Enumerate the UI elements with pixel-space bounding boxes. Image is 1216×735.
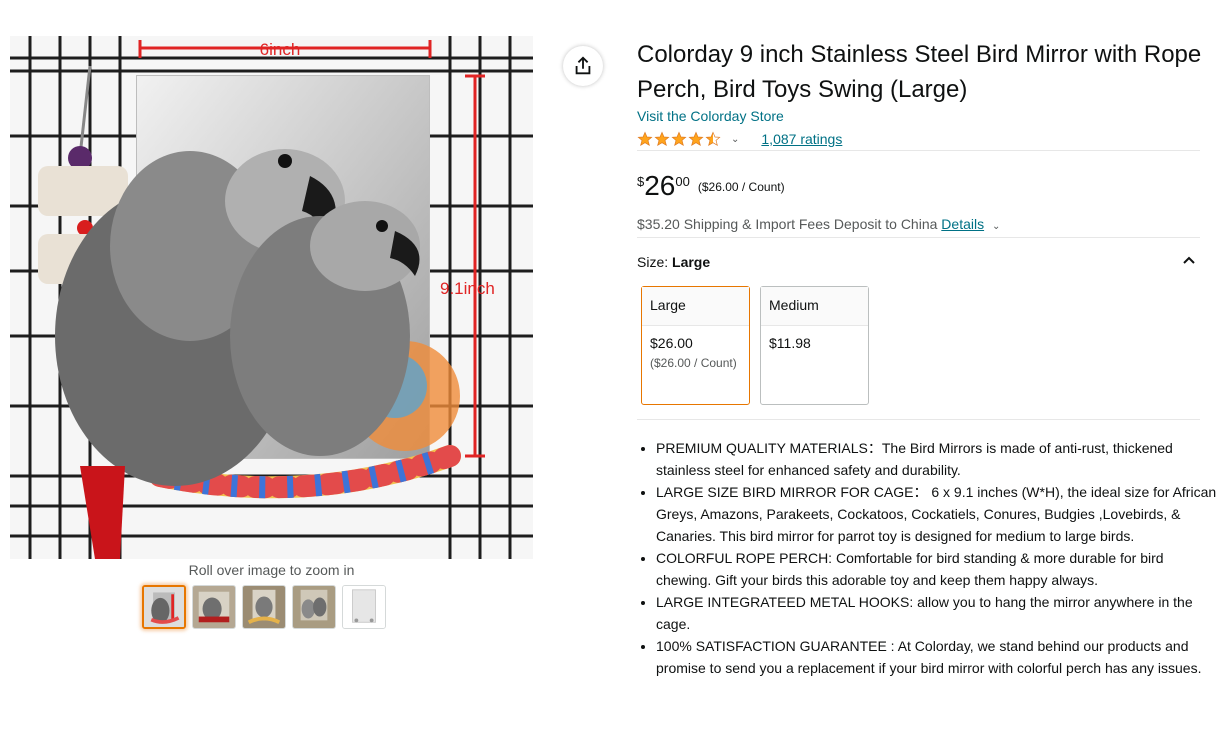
product-main-image[interactable]: 6inch 9.1inch — [10, 36, 533, 559]
size-selected-value: Large — [672, 254, 711, 270]
shipping-text: $35.20 Shipping & Import Fees Deposit to… — [637, 216, 938, 232]
rating-summary: ⌄ 1,087 ratings — [637, 129, 842, 149]
size-option-name: Medium — [761, 287, 868, 326]
star-icon — [688, 131, 704, 147]
divider — [637, 237, 1200, 238]
thumbnail-1[interactable] — [142, 585, 186, 629]
chevron-up-icon[interactable] — [1181, 252, 1197, 268]
divider — [637, 150, 1200, 151]
feature-bullets: PREMIUM QUALITY MATERIALS：The Bird Mirro… — [638, 437, 1216, 679]
star-icon — [637, 131, 653, 147]
shipping-info: $35.20 Shipping & Import Fees Deposit to… — [637, 216, 1000, 232]
feature-bullet: COLORFUL ROPE PERCH: Comfortable for bir… — [656, 547, 1216, 591]
thumbnail-3[interactable] — [242, 585, 286, 629]
size-selector-header: Size: Large — [637, 254, 710, 270]
star-rating[interactable] — [637, 131, 721, 147]
thumbnail-2[interactable] — [192, 585, 236, 629]
width-label: 6inch — [260, 40, 301, 59]
feature-bullet: PREMIUM QUALITY MATERIALS：The Bird Mirro… — [656, 437, 1216, 481]
size-option-price: $26.00 — [650, 335, 693, 351]
size-option-large[interactable]: Large $26.00 ($26.00 / Count) — [641, 286, 750, 405]
thumbnail-4[interactable] — [292, 585, 336, 629]
feature-bullet: LARGE SIZE BIRD MIRROR FOR CAGE： 6 x 9.1… — [656, 481, 1216, 547]
price-whole: 26 — [644, 170, 676, 201]
share-button[interactable] — [563, 46, 603, 86]
star-icon — [654, 131, 670, 147]
feature-bullet: LARGE INTEGRATEED METAL HOOKS: allow you… — [656, 591, 1216, 635]
size-option-price: $11.98 — [769, 335, 811, 351]
price-symbol: $ — [637, 174, 645, 189]
product-title: Colorday 9 inch Stainless Steel Bird Mir… — [637, 41, 1202, 103]
price-fraction: 00 — [675, 174, 690, 189]
thumbnail-5[interactable] — [342, 585, 386, 629]
star-icon — [671, 131, 687, 147]
unit-price: ($26.00 / Count) — [697, 180, 785, 194]
feature-bullet: 100% SATISFACTION GUARANTEE : At Colorda… — [656, 635, 1216, 679]
divider — [637, 419, 1200, 420]
size-option-unit-price: ($26.00 / Count) — [650, 356, 737, 370]
share-icon — [575, 56, 591, 75]
parrot-mirror-illustration: 6inch 9.1inch — [10, 36, 533, 559]
price-block: $ 26 00 ($26.00 / Count) — [637, 170, 785, 202]
thumbnail-strip — [142, 585, 386, 629]
zoom-hint: Roll over image to zoom in — [188, 562, 355, 578]
chevron-down-icon[interactable]: ⌄ — [992, 221, 1000, 232]
size-option-medium[interactable]: Medium $11.98 — [760, 286, 869, 405]
height-label: 9.1inch — [440, 279, 495, 298]
size-label: Size: — [637, 254, 669, 270]
ratings-count-link[interactable]: 1,087 ratings — [761, 131, 842, 147]
chevron-down-icon[interactable]: ⌄ — [731, 134, 739, 145]
store-link[interactable]: Visit the Colorday Store — [637, 108, 784, 124]
half-star-icon — [705, 131, 721, 147]
size-option-name: Large — [642, 287, 749, 326]
shipping-details-link[interactable]: Details — [941, 216, 984, 232]
